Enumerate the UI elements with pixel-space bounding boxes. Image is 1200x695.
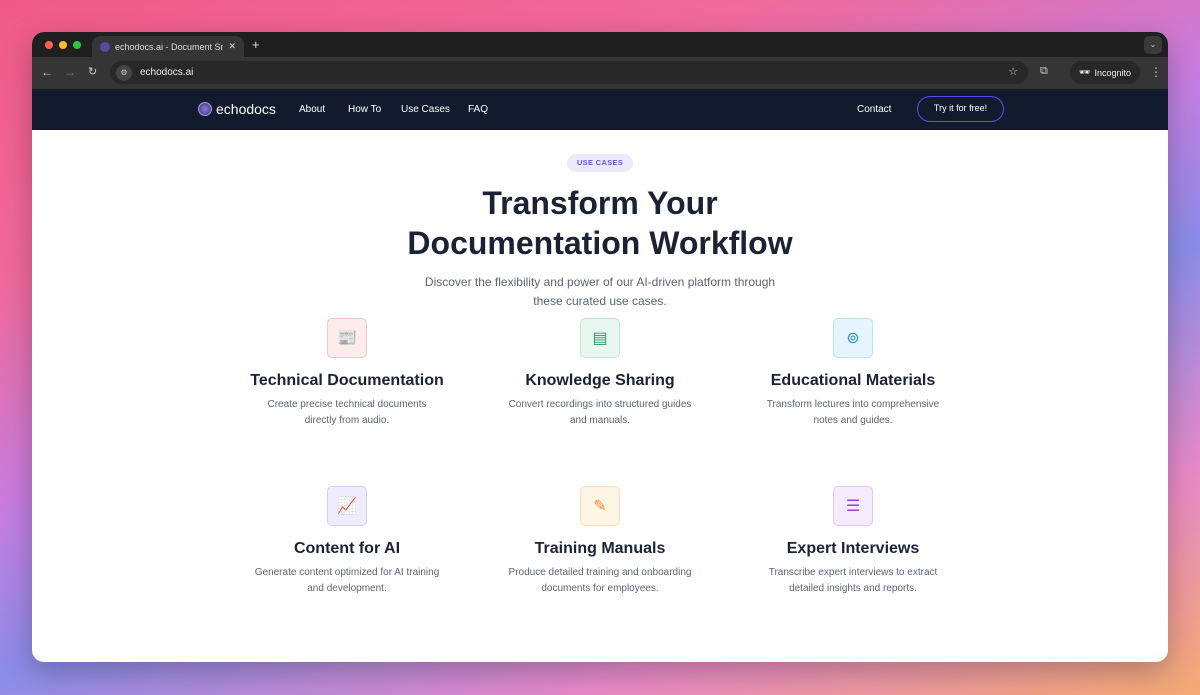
browser-window-icon: ☰	[833, 486, 873, 526]
use-case-card: 📰 Technical Documentation Create precise…	[247, 318, 447, 429]
newspaper-icon: 📰	[327, 318, 367, 358]
card-description: Produce detailed training and onboarding…	[508, 567, 692, 594]
extensions-icon[interactable]: ⧉	[1040, 65, 1048, 78]
card-description: Transcribe expert interviews to extract …	[768, 567, 938, 594]
card-title: Training Manuals	[534, 540, 666, 557]
card-description: Create precise technical documents direc…	[267, 399, 427, 426]
brand-name: echodocs	[216, 101, 276, 117]
browser-window: echodocs.ai - Document Sma ✕ + ⌄ ← → ↻ ⚙…	[32, 32, 1168, 662]
title-line-2: Documentation Workflow	[407, 225, 793, 261]
title-line-1: Transform Your	[482, 185, 718, 221]
url-text: echodocs.ai	[140, 67, 194, 78]
favicon-icon	[100, 41, 110, 52]
nav-faq[interactable]: FAQ	[468, 104, 488, 115]
forward-icon[interactable]: →	[64, 65, 76, 79]
hands-holding-icon: ⊚	[833, 318, 873, 358]
archive-box-icon: ▤	[580, 318, 620, 358]
try-free-button[interactable]: Try it for free!	[917, 96, 1004, 122]
card-description: Convert recordings into structured guide…	[508, 399, 692, 426]
chart-growth-icon: 📈	[327, 486, 367, 526]
use-case-card: ▤ Knowledge Sharing Convert recordings i…	[485, 318, 715, 429]
incognito-icon: 🕶	[1079, 67, 1091, 77]
incognito-indicator[interactable]: 🕶 Incognito	[1070, 61, 1140, 84]
card-title: Knowledge Sharing	[525, 372, 675, 389]
bookmark-star-icon[interactable]: ☆	[1008, 65, 1018, 78]
card-title: Technical Documentation	[250, 372, 444, 389]
more-menu-icon[interactable]: ⋮	[1150, 65, 1162, 79]
tab-title: echodocs.ai - Document Sma	[115, 41, 224, 52]
card-title: Content for AI	[293, 540, 401, 557]
card-title: Expert Interviews	[786, 540, 920, 557]
use-case-card: ☰ Expert Interviews Transcribe expert in…	[738, 486, 968, 597]
browser-toolbar: ← → ↻ ⚙ echodocs.ai ☆ ⧉ 🕶 Incognito ⋮	[32, 57, 1168, 89]
nav-how-to[interactable]: How To	[348, 104, 381, 115]
tab-strip: echodocs.ai - Document Sma ✕ + ⌄	[32, 32, 1168, 57]
incognito-label: Incognito	[1094, 67, 1131, 78]
section-title: Transform Your Documentation Workflow	[32, 183, 1168, 263]
site-nav: echodocs About How To Use Cases FAQ Cont…	[32, 89, 1168, 130]
logo-mark-icon	[198, 102, 212, 116]
minimize-window-button[interactable]	[59, 41, 67, 49]
back-icon[interactable]: ←	[41, 65, 53, 79]
use-case-card: ⊚ Educational Materials Transform lectur…	[738, 318, 968, 429]
section-subtitle: Discover the flexibility and power of ou…	[400, 273, 800, 311]
nav-use-cases[interactable]: Use Cases	[401, 104, 450, 115]
pen-document-icon: ✎	[580, 486, 620, 526]
nav-contact[interactable]: Contact	[857, 104, 891, 115]
use-case-card: 📈 Content for AI Generate content optimi…	[232, 486, 462, 597]
site-settings-icon[interactable]: ⚙	[116, 64, 132, 81]
card-description: Transform lectures into comprehensive no…	[766, 399, 940, 426]
reload-icon[interactable]: ↻	[88, 65, 97, 78]
section-badge: USE CASES	[567, 154, 633, 172]
new-tab-icon[interactable]: +	[252, 37, 260, 52]
use-case-card: ✎ Training Manuals Produce detailed trai…	[485, 486, 715, 597]
tab-search-chevron-icon[interactable]: ⌄	[1144, 36, 1162, 54]
close-tab-icon[interactable]: ✕	[228, 41, 236, 52]
card-description: Generate content optimized for AI traini…	[254, 567, 440, 594]
nav-about[interactable]: About	[299, 104, 325, 115]
subtitle-line-1: Discover the flexibility and power of ou…	[424, 275, 776, 289]
maximize-window-button[interactable]	[73, 41, 81, 49]
brand-logo[interactable]: echodocs	[198, 101, 276, 117]
card-title: Educational Materials	[770, 372, 936, 389]
browser-tab[interactable]: echodocs.ai - Document Sma ✕	[92, 36, 244, 57]
close-window-button[interactable]	[45, 41, 53, 49]
use-cases-section: USE CASES Transform Your Documentation Wo…	[32, 130, 1168, 662]
address-bar[interactable]: ⚙ echodocs.ai ☆	[110, 61, 1028, 84]
subtitle-line-2: these curated use cases.	[533, 294, 667, 308]
